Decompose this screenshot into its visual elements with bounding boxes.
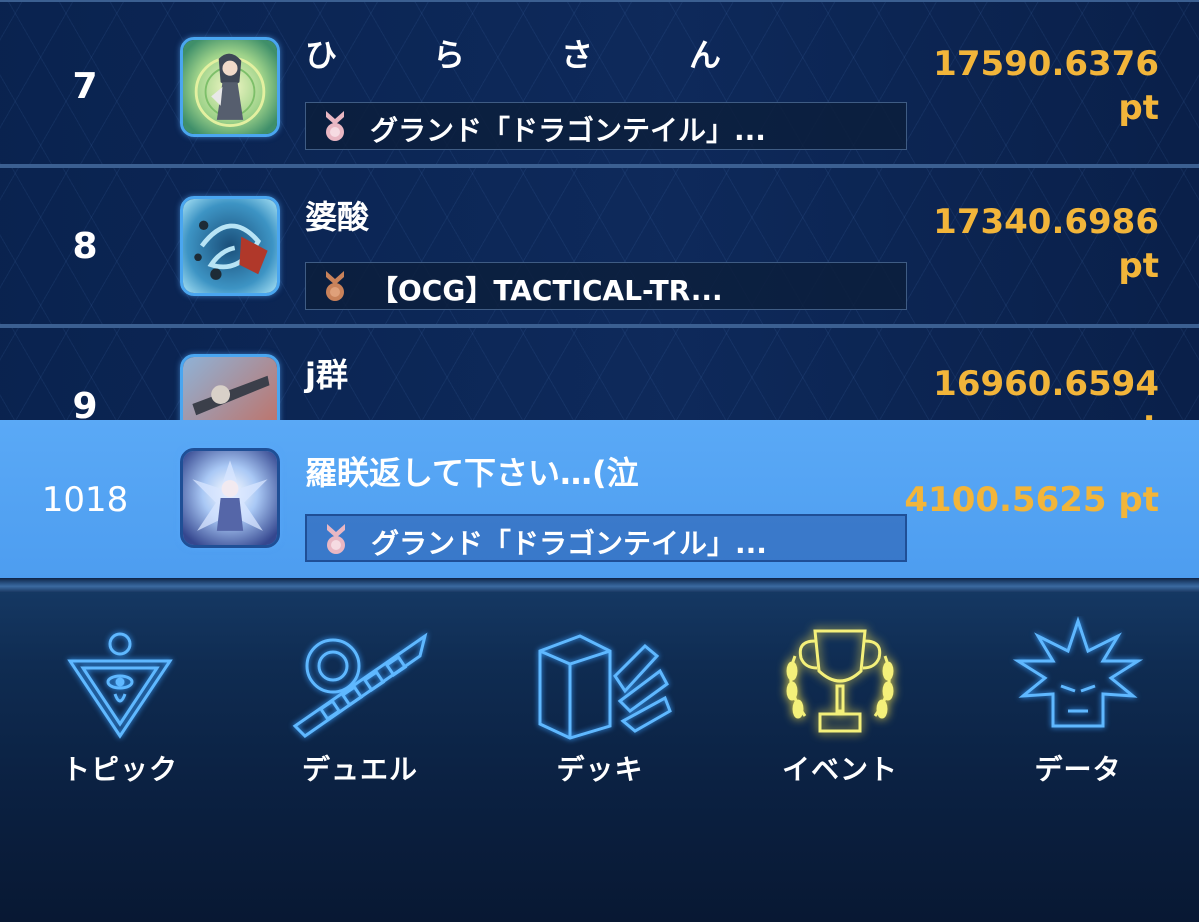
nav-data[interactable]: データ xyxy=(958,598,1198,798)
nav-label-deck: デッキ xyxy=(556,753,644,786)
deck-name: 【OCG】TACTICAL-TR... xyxy=(370,274,723,307)
my-deck-box[interactable]: グランド「ドラゴンテイル」... xyxy=(305,514,907,562)
player-name: 婆酸 xyxy=(305,198,370,236)
score: 17590.6376 pt xyxy=(933,42,1159,130)
my-avatar xyxy=(180,448,280,548)
deck-name: グランド「ドラゴンテイル」... xyxy=(370,114,766,147)
yugi-silhouette-icon xyxy=(1012,616,1144,728)
crystal-dragon-avatar-icon xyxy=(183,451,277,545)
player-avatar xyxy=(180,37,280,137)
nav-label-duel: デュエル xyxy=(301,753,418,786)
nav-label-event: イベント xyxy=(781,753,898,786)
nav-label-data: データ xyxy=(1034,753,1122,786)
player-avatar xyxy=(180,196,280,296)
score: 17340.6986 pt xyxy=(933,200,1159,288)
my-player-name: 羅眹返して下さい…(泣 xyxy=(305,454,639,492)
nav-label-topic: トピック xyxy=(61,753,178,786)
score-value: 17590.6376 xyxy=(933,44,1159,84)
score-unit: pt xyxy=(1118,246,1159,286)
green-fairy-avatar-icon xyxy=(183,40,277,134)
player-name: ひらさん xyxy=(305,36,818,74)
medal-icon xyxy=(326,271,344,301)
rank-number: 7 xyxy=(72,66,98,107)
nav-event[interactable]: イベント xyxy=(720,598,960,798)
nav-deck[interactable]: デッキ xyxy=(480,598,720,798)
medal-icon xyxy=(327,524,345,554)
medal-icon xyxy=(326,111,344,141)
player-name: j群 xyxy=(305,356,348,394)
deck-name: グランド「ドラゴンテイル」... xyxy=(371,527,767,560)
score-value: 17340.6986 xyxy=(933,202,1159,242)
duel-disk-icon xyxy=(292,632,428,738)
my-score: 4100.5625 pt xyxy=(904,480,1159,520)
nav-duel[interactable]: デュエル xyxy=(240,598,480,798)
ranking-row-8[interactable]: 8 婆酸 【OCG】TACTICAL-TR... 17340.6986 pt xyxy=(0,166,1199,326)
score-value: 16960.6594 xyxy=(933,364,1159,404)
nav-topic[interactable]: トピック xyxy=(0,598,240,798)
ocean-swirl-avatar-icon xyxy=(183,199,277,293)
ranking-row-7[interactable]: 7 ひらさん グランド「ドラゴンテイル」... 17590.6376 pt xyxy=(0,0,1199,166)
trophy-icon xyxy=(786,629,894,733)
rank-number: 8 xyxy=(72,226,98,267)
my-rank-row[interactable]: 1018 羅眹返して下さい…(泣 グランド「ドラゴンテイル」... 4100.5… xyxy=(0,420,1199,580)
bottom-nav: トピック デュエル デッキ イベント データ xyxy=(0,578,1199,922)
my-rank-number: 1018 xyxy=(41,480,129,520)
score-unit: pt xyxy=(1118,88,1159,128)
deck-box[interactable]: グランド「ドラゴンテイル」... xyxy=(305,102,907,150)
millennium-eye-icon xyxy=(67,632,173,739)
deck-box[interactable]: 【OCG】TACTICAL-TR... xyxy=(305,262,907,310)
ranking-screen: 7 ひらさん グランド「ドラゴンテイル」... 17590.6376 pt 8 … xyxy=(0,0,1199,922)
deck-box-icon xyxy=(538,634,672,740)
